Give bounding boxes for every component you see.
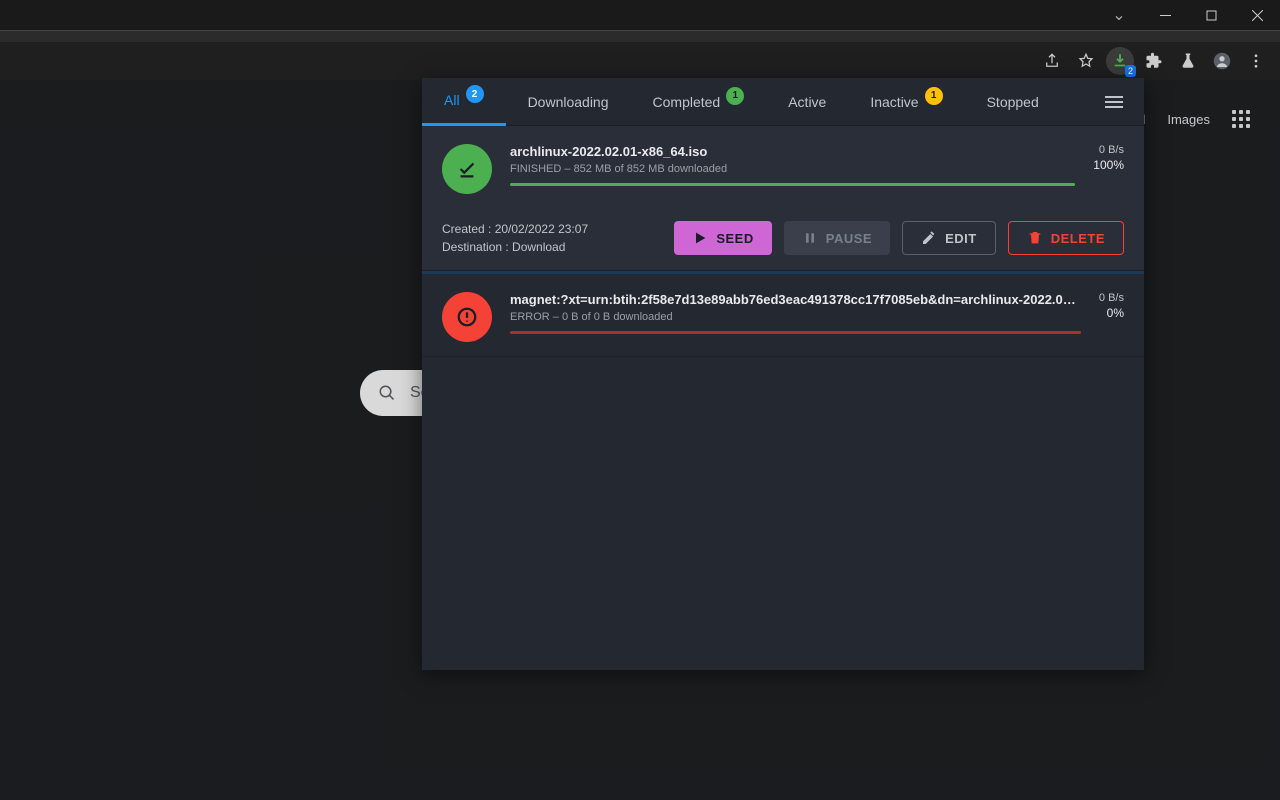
window-close[interactable]	[1234, 0, 1280, 30]
titlebar: ⌄	[0, 0, 1280, 30]
download-manager-panel: All2 Downloading Completed1 Active Inact…	[422, 78, 1144, 670]
window-maximize[interactable]	[1188, 0, 1234, 30]
tab-all-badge: 2	[466, 85, 484, 103]
download-manager-extension-icon[interactable]: 2	[1104, 45, 1136, 77]
status-error-icon	[442, 292, 492, 342]
download-subtitle: ERROR – 0 B of 0 B downloaded	[510, 311, 1081, 323]
tab-all[interactable]: All2	[422, 78, 506, 126]
tab-active[interactable]: Active	[766, 78, 848, 126]
browser-toolbar: 2	[0, 42, 1280, 80]
progress-fill	[510, 331, 1081, 334]
status-finished-icon	[442, 144, 492, 194]
tab-downloading[interactable]: Downloading	[506, 78, 631, 126]
seed-button[interactable]: SEED	[674, 221, 771, 255]
download-subtitle: FINISHED – 852 MB of 852 MB downloaded	[510, 163, 1075, 175]
tab-completed-badge: 1	[726, 87, 744, 105]
download-percent: 100%	[1093, 158, 1124, 172]
download-item[interactable]: magnet:?xt=urn:btih:2f58e7d13e89abb76ed3…	[422, 274, 1144, 357]
download-destination: Destination : Download	[442, 238, 662, 256]
tab-completed[interactable]: Completed1	[631, 78, 767, 126]
share-icon[interactable]	[1036, 45, 1068, 77]
extensions-puzzle-icon[interactable]	[1138, 45, 1170, 77]
download-meta: Created : 20/02/2022 23:07 Destination :…	[442, 220, 662, 256]
profile-avatar-icon[interactable]	[1206, 45, 1238, 77]
bookmark-star-icon[interactable]	[1070, 45, 1102, 77]
tab-inactive-badge: 1	[925, 87, 943, 105]
window-tab-dropdown[interactable]: ⌄	[1096, 0, 1142, 30]
progress-bar	[510, 183, 1075, 186]
tab-inactive[interactable]: Inactive1	[848, 78, 964, 126]
download-title: magnet:?xt=urn:btih:2f58e7d13e89abb76ed3…	[510, 292, 1081, 307]
progress-fill	[510, 183, 1075, 186]
download-created: Created : 20/02/2022 23:07	[442, 220, 662, 238]
download-percent: 0%	[1099, 306, 1124, 320]
menu-icon[interactable]	[1094, 82, 1134, 122]
extension-badge: 2	[1125, 65, 1136, 77]
chrome-menu-icon[interactable]	[1240, 45, 1272, 77]
download-title: archlinux-2022.02.01-x86_64.iso	[510, 144, 1075, 159]
filter-tabs: All2 Downloading Completed1 Active Inact…	[422, 78, 1144, 126]
download-item[interactable]: archlinux-2022.02.01-x86_64.iso FINISHED…	[422, 126, 1144, 271]
browser-tabstrip	[0, 30, 1280, 42]
edit-button[interactable]: EDIT	[902, 221, 996, 255]
tab-stopped[interactable]: Stopped	[965, 78, 1061, 126]
download-rate: 0 B/s	[1093, 144, 1124, 156]
labs-flask-icon[interactable]	[1172, 45, 1204, 77]
download-rate: 0 B/s	[1099, 292, 1124, 304]
window-minimize[interactable]	[1142, 0, 1188, 30]
pause-button[interactable]: PAUSE	[784, 221, 890, 255]
delete-button[interactable]: DELETE	[1008, 221, 1124, 255]
progress-bar	[510, 331, 1081, 334]
